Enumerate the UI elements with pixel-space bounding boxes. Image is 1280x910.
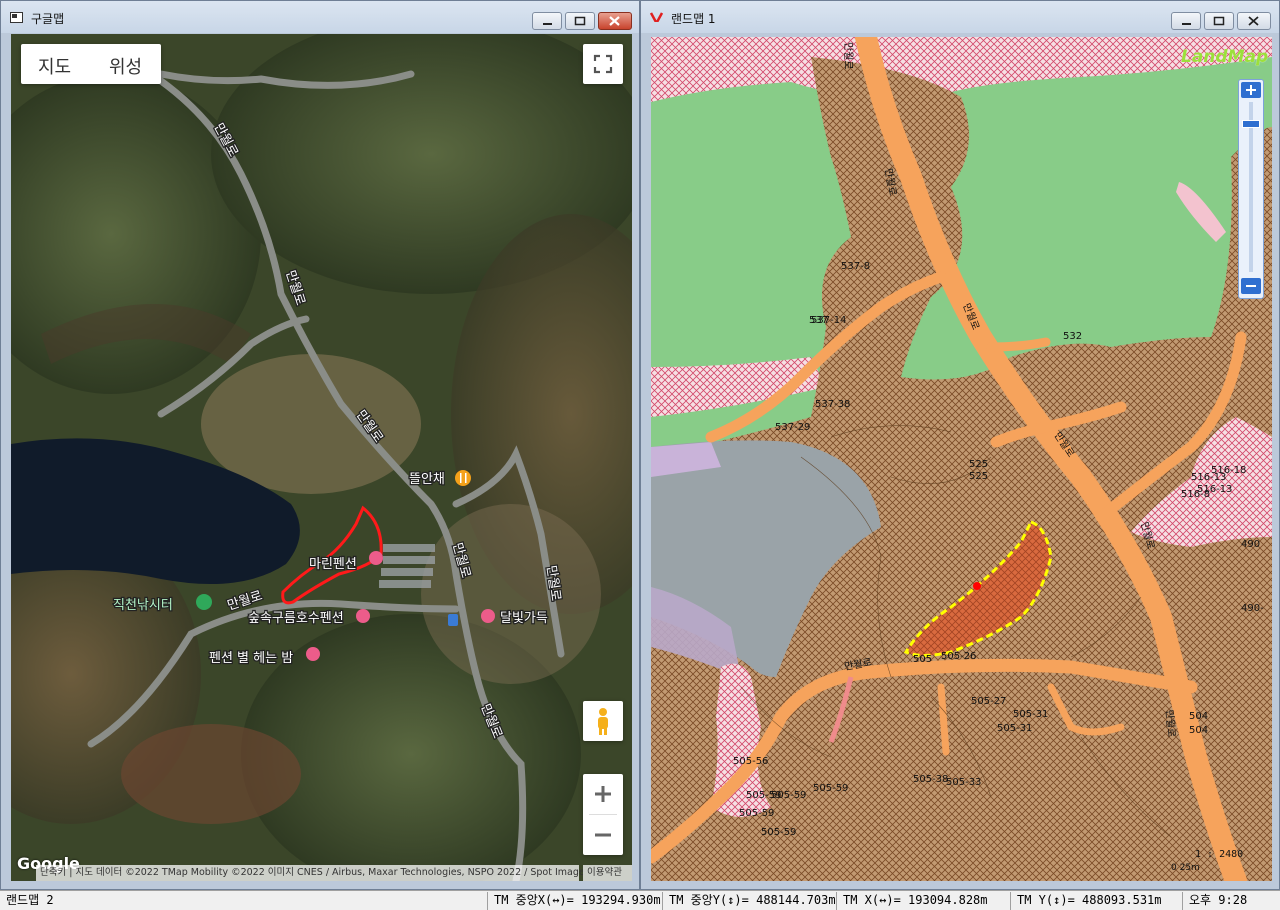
- parcel-label: 537-8: [841, 261, 870, 272]
- place-marker[interactable]: 뜰안채: [408, 470, 471, 488]
- fullscreen-button[interactable]: [583, 44, 623, 84]
- maximize-button[interactable]: [1204, 12, 1234, 30]
- minimize-button[interactable]: [1171, 12, 1201, 30]
- parcel-label: 490-: [1241, 603, 1264, 614]
- parcel-label: 516-8: [1181, 489, 1210, 500]
- parcel-label: 537: [809, 315, 828, 326]
- google-map-window: 구글맵 만월로 만월로 만월로 만월로 만월로 만월로 만월로 뜰안채 마린펜션…: [0, 0, 640, 890]
- parcel-label: 525: [969, 459, 988, 470]
- bus-stop-icon[interactable]: [448, 614, 458, 626]
- zoom-control: [583, 774, 623, 855]
- zoom-slider[interactable]: [1238, 79, 1264, 299]
- parcel-label: 505: [913, 654, 932, 665]
- place-label: 숲속구름호수펜션: [248, 611, 344, 626]
- zoom-out-button[interactable]: [1241, 278, 1261, 294]
- terms-link[interactable]: 이용약관: [583, 865, 632, 881]
- landmap-logo: LandMap: [1181, 47, 1269, 67]
- parcel-label: 505-56: [733, 756, 768, 767]
- parcel-label: 504: [1189, 725, 1208, 736]
- zoom-in-button[interactable]: [1241, 82, 1261, 98]
- status-app: 랜드맵 2: [6, 893, 54, 907]
- plus-icon: [1246, 85, 1256, 95]
- close-button[interactable]: [1237, 12, 1271, 30]
- cadastral-layers: 537-8 537-14 537 537-38 537-29 532 525 5…: [651, 37, 1272, 881]
- parcel-label: 505-59: [761, 827, 796, 838]
- minimize-button[interactable]: [532, 12, 562, 30]
- minus-icon: [1246, 285, 1256, 287]
- place-label: 직천낚시터: [113, 598, 173, 613]
- status-tm-center-y: TM 중앙Y(↕)= 488144.703m: [662, 892, 836, 910]
- parcel-label: 525: [969, 471, 988, 482]
- window-title: 랜드맵 1: [671, 12, 716, 26]
- title-bar[interactable]: 구글맵: [1, 1, 639, 33]
- place-label: 달빛가득: [500, 611, 548, 626]
- place-label: 마린펜션: [309, 557, 357, 572]
- title-bar[interactable]: 랜드맵 1: [641, 1, 1279, 33]
- status-tm-y: TM Y(↕)= 488093.531m: [1010, 892, 1176, 910]
- parcel-label: 505-59: [739, 808, 774, 819]
- map-scale: 1 : 2480: [1195, 849, 1244, 860]
- parcel-label: 537-29: [775, 422, 810, 433]
- parcel-label: 505-38: [913, 774, 948, 785]
- place-label: 뜰안채: [409, 472, 445, 487]
- close-button[interactable]: [598, 12, 632, 30]
- fullscreen-icon: [593, 54, 613, 74]
- parcel-label: 505-27: [971, 696, 1006, 707]
- parcel-label: 537-38: [815, 399, 850, 410]
- parcel-label: 505-26: [941, 651, 976, 662]
- status-time: 오후 9:28: [1182, 892, 1280, 910]
- parcel-label: 505-59: [813, 783, 848, 794]
- satellite-map[interactable]: 만월로 만월로 만월로 만월로 만월로 만월로 만월로 뜰안채 마린펜션 직천낚…: [11, 34, 632, 881]
- parcel-label: 504: [1189, 711, 1208, 722]
- zoom-out-icon[interactable]: [583, 815, 623, 855]
- road-label: 만월로: [842, 42, 854, 70]
- zoom-in-icon[interactable]: [583, 774, 623, 814]
- map-type-map[interactable]: 지도: [38, 53, 71, 79]
- status-tm-center-x: TM 중앙X(↔)= 193294.930m: [487, 892, 661, 910]
- satellite-imagery: 만월로 만월로 만월로 만월로 만월로 만월로 만월로 뜰안채 마린펜션 직천낚…: [11, 34, 632, 881]
- zoom-thumb[interactable]: [1242, 120, 1260, 128]
- parcel-label: 490: [1241, 539, 1260, 550]
- place-label: 펜션 별 헤는 밤: [209, 651, 293, 666]
- map-attribution: 단축키 | 지도 데이터 ©2022 TMap Mobility ©2022 이…: [36, 865, 585, 881]
- cadastral-map[interactable]: 537-8 537-14 537 537-38 537-29 532 525 5…: [651, 37, 1272, 881]
- map-type-satellite[interactable]: 위성: [109, 53, 142, 79]
- parcel-label: 516-13: [1191, 472, 1226, 483]
- landmap-window: 랜드맵 1 537-8 537-14 537 537-38 537-29 532…: [640, 0, 1280, 890]
- window-title: 구글맵: [31, 12, 65, 26]
- map-type-control: 지도 위성: [21, 44, 161, 84]
- parcel-label: 505-31: [1013, 709, 1048, 720]
- app-icon: [650, 12, 663, 22]
- parcel-label: 505-59: [771, 790, 806, 801]
- parcel-label: 505-31: [997, 723, 1032, 734]
- road-label: 만월로: [1163, 709, 1177, 738]
- maximize-button[interactable]: [565, 12, 595, 30]
- status-tm-x: TM X(↔)= 193094.828m: [836, 892, 1008, 910]
- parcel-label: 532: [1063, 331, 1082, 342]
- status-bar: 랜드맵 2 TM 중앙X(↔)= 193294.930m TM 중앙Y(↕)= …: [0, 890, 1280, 910]
- parcel-label: 505-33: [946, 777, 981, 788]
- app-icon: [10, 12, 23, 23]
- scale-bar: 0 25m: [1171, 863, 1200, 873]
- pegman-icon: [598, 708, 608, 735]
- pegman-button[interactable]: [583, 701, 623, 741]
